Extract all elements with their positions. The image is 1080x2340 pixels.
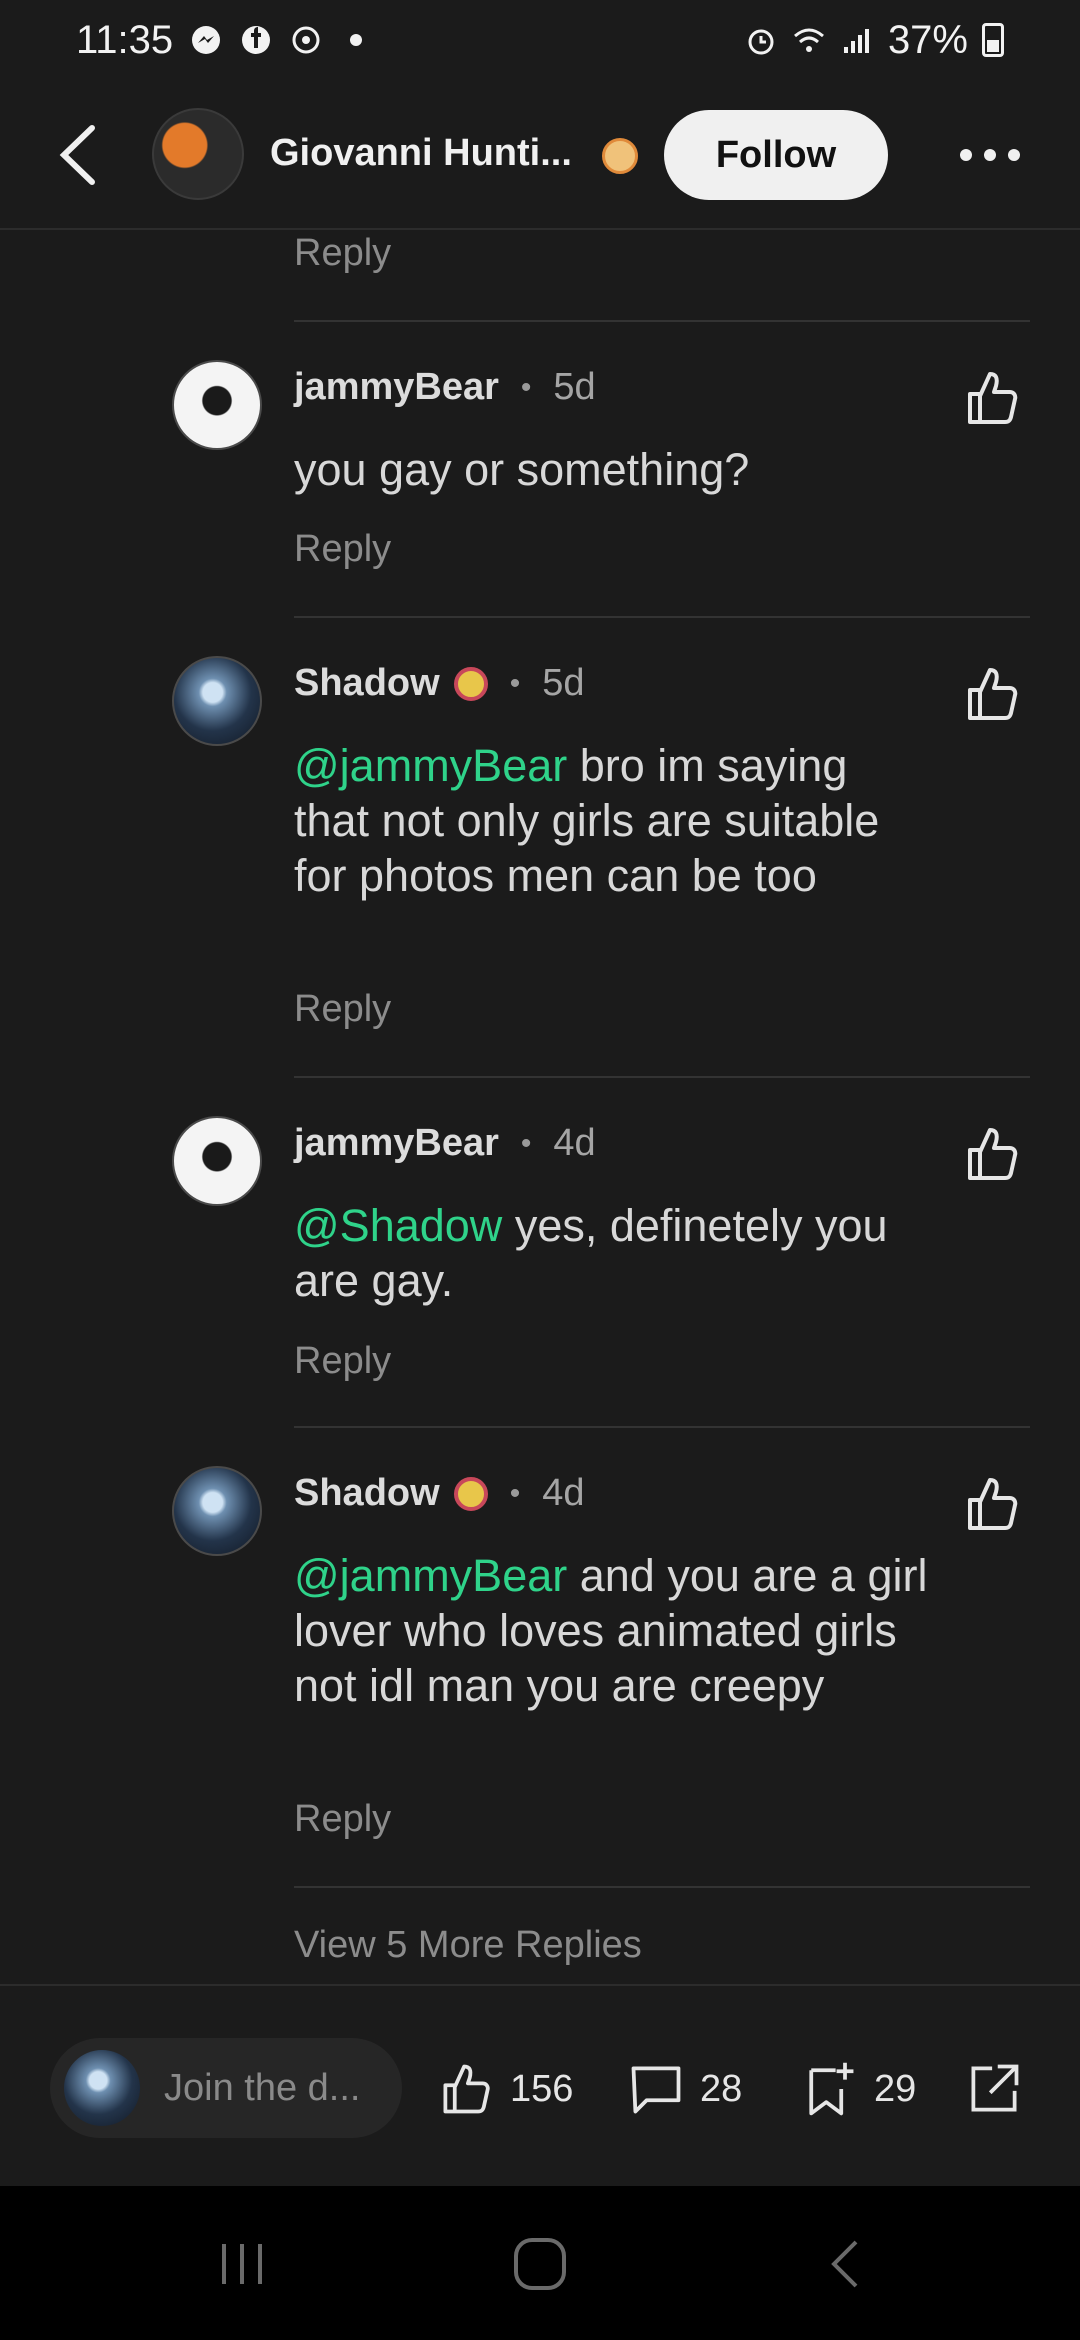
- reply-button[interactable]: Reply: [294, 1340, 391, 1383]
- comment-header: Shadow • 5d: [294, 662, 584, 705]
- like-count: 156: [510, 2067, 574, 2110]
- reply-button[interactable]: Reply: [294, 528, 391, 571]
- notification-dot-icon: [350, 34, 363, 46]
- reply-button[interactable]: Reply: [294, 1798, 391, 1841]
- bottom-action-bar: Join the d... 156 28 29: [0, 1984, 1080, 2184]
- comment-time: 4d: [542, 1472, 585, 1514]
- like-icon[interactable]: [960, 662, 1024, 726]
- comment-text: @Shadow yes, definetely you are gay.: [294, 1198, 934, 1308]
- view-more-replies-button[interactable]: View 5 More Replies: [294, 1924, 642, 1967]
- comment-username[interactable]: jammyBear: [294, 366, 499, 409]
- alarm-icon: [748, 29, 774, 55]
- comment-icon: [631, 2066, 681, 2114]
- separator-dot: •: [520, 370, 532, 404]
- divider: [294, 616, 1030, 618]
- wifi-icon: [793, 28, 824, 52]
- comment-text: @jammyBear and you are a girl lover who …: [294, 1548, 934, 1713]
- status-bar: 11:35 37%: [0, 0, 1080, 80]
- comment-time: 5d: [542, 662, 585, 704]
- comment-compose-input[interactable]: Join the d...: [50, 2038, 402, 2138]
- my-avatar: [64, 2050, 140, 2126]
- separator-dot: •: [509, 666, 521, 700]
- profile-name[interactable]: Giovanni Hunti...: [270, 132, 572, 175]
- reply-button[interactable]: Reply: [294, 232, 391, 275]
- signal-icon: [843, 29, 869, 53]
- messenger-icon: [192, 26, 221, 54]
- reply-button[interactable]: Reply: [294, 988, 391, 1031]
- avatar[interactable]: [172, 360, 262, 450]
- comment-body: you gay or something?: [294, 444, 750, 495]
- facebook-icon: [242, 26, 271, 54]
- comment-time: 5d: [553, 366, 596, 408]
- compose-placeholder: Join the d...: [164, 2066, 361, 2109]
- comment-text: you gay or something?: [294, 442, 934, 497]
- follow-button[interactable]: Follow: [664, 110, 888, 200]
- status-left: 11:35: [76, 18, 373, 63]
- like-icon[interactable]: [960, 1472, 1024, 1536]
- flair-badge-icon: [453, 1476, 488, 1511]
- like-icon[interactable]: [960, 1122, 1024, 1186]
- status-right: 37%: [744, 18, 1004, 63]
- mention-link[interactable]: @Shadow: [294, 1200, 502, 1251]
- back-icon[interactable]: [814, 2232, 878, 2296]
- comment-username[interactable]: jammyBear: [294, 1122, 499, 1165]
- comment-text: @jammyBear bro im saying that not only g…: [294, 738, 934, 903]
- avatar[interactable]: [172, 1466, 262, 1556]
- profile-avatar[interactable]: [152, 108, 244, 200]
- divider: [294, 1886, 1030, 1888]
- divider: [294, 1076, 1030, 1078]
- system-navigation-bar: [0, 2186, 1080, 2340]
- battery-percent: 37%: [887, 17, 968, 62]
- mention-link[interactable]: @jammyBear: [294, 1550, 567, 1601]
- recent-apps-icon[interactable]: [210, 2232, 274, 2296]
- save-count: 29: [874, 2067, 917, 2110]
- share-button[interactable]: [964, 2044, 1024, 2134]
- threads-icon: [292, 26, 320, 54]
- comment-header: Shadow • 4d: [294, 1472, 584, 1515]
- comment-username[interactable]: Shadow: [294, 1472, 440, 1515]
- comment-button[interactable]: 28: [626, 2044, 742, 2134]
- battery-icon: [982, 23, 1004, 57]
- back-arrow-icon[interactable]: [52, 120, 112, 190]
- comment-header: jammyBear • 5d: [294, 366, 596, 409]
- home-icon[interactable]: [508, 2232, 572, 2296]
- comment-username[interactable]: Shadow: [294, 662, 440, 705]
- like-icon: [443, 2064, 490, 2114]
- mention-link[interactable]: @jammyBear: [294, 740, 567, 791]
- separator-dot: •: [520, 1126, 532, 1160]
- flair-badge-icon: [453, 666, 488, 701]
- more-options-icon[interactable]: [960, 140, 1024, 170]
- avatar[interactable]: [172, 1116, 262, 1206]
- status-time: 11:35: [76, 17, 174, 62]
- like-button[interactable]: 156: [436, 2044, 573, 2134]
- comment-count: 28: [700, 2067, 743, 2110]
- avatar[interactable]: [172, 656, 262, 746]
- divider: [294, 320, 1030, 322]
- creator-badge-icon: [602, 138, 638, 174]
- like-icon[interactable]: [960, 366, 1024, 430]
- comment-header: jammyBear • 4d: [294, 1122, 596, 1165]
- divider: [294, 1426, 1030, 1428]
- profile-header: Giovanni Hunti... Follow: [0, 80, 1080, 230]
- separator-dot: •: [509, 1476, 521, 1510]
- save-button[interactable]: 29: [800, 2044, 916, 2134]
- comment-time: 4d: [553, 1122, 596, 1164]
- bookmark-add-icon: [809, 2062, 854, 2116]
- share-icon: [971, 2064, 1019, 2112]
